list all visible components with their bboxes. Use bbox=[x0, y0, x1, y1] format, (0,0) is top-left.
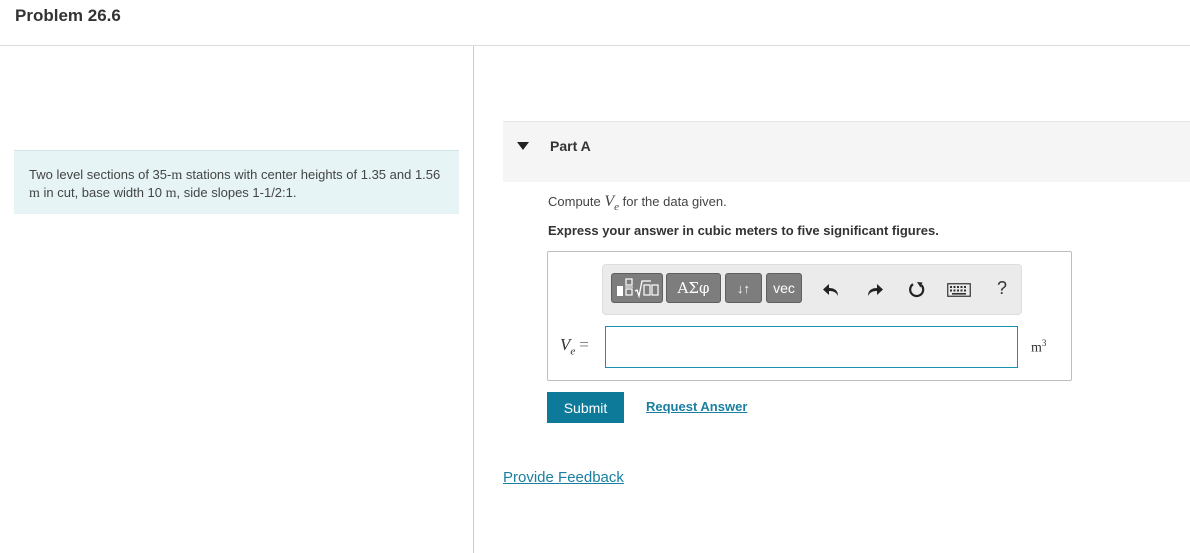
subscript-superscript-button[interactable]: ↓↑ bbox=[725, 273, 762, 303]
part-label: Part A bbox=[550, 138, 591, 154]
answer-instruction: Express your answer in cubic meters to f… bbox=[548, 223, 939, 238]
column-divider bbox=[473, 46, 474, 553]
unit-meter: m bbox=[165, 186, 177, 201]
question-prompt: Compute Ve for the data given. bbox=[548, 193, 727, 213]
answer-unit: m3 bbox=[1031, 338, 1047, 356]
vector-button[interactable]: vec bbox=[766, 273, 802, 303]
redo-icon[interactable] bbox=[864, 279, 886, 301]
keyboard-icon[interactable] bbox=[947, 279, 971, 301]
help-icon[interactable]: ? bbox=[991, 277, 1013, 299]
submit-button[interactable]: Submit bbox=[547, 392, 624, 423]
problem-text: Two level sections of 35- bbox=[29, 167, 172, 182]
answer-input[interactable] bbox=[605, 326, 1018, 368]
problem-text: stations with center heights of 1.35 and… bbox=[182, 167, 441, 182]
collapse-triangle-icon[interactable] bbox=[517, 142, 529, 150]
fraction-sqrt-icon bbox=[617, 278, 659, 299]
problem-text: in cut, base width 10 bbox=[39, 185, 166, 200]
request-answer-link[interactable]: Request Answer bbox=[646, 399, 747, 414]
header-divider bbox=[0, 45, 1190, 46]
part-a-header[interactable]: Part A bbox=[503, 121, 1190, 182]
problem-statement: Two level sections of 35-m stations with… bbox=[14, 150, 459, 214]
undo-icon[interactable] bbox=[820, 279, 842, 301]
answer-variable-label: Ve = bbox=[560, 335, 589, 358]
prompt-text: Compute bbox=[548, 194, 605, 209]
unit-meter: m bbox=[171, 168, 183, 183]
unit-meter: m bbox=[29, 186, 40, 201]
problem-text: , side slopes 1-1/2:1. bbox=[176, 185, 297, 200]
page-title: Problem 26.6 bbox=[15, 6, 121, 25]
reset-icon[interactable] bbox=[906, 279, 928, 301]
math-toolbar: ΑΣφ ↓↑ vec ? bbox=[602, 264, 1022, 315]
prompt-variable: Ve bbox=[604, 193, 620, 214]
provide-feedback-link[interactable]: Provide Feedback bbox=[503, 469, 624, 486]
greek-symbols-button[interactable]: ΑΣφ bbox=[666, 273, 721, 303]
templates-button[interactable] bbox=[611, 273, 663, 303]
prompt-text: for the data given. bbox=[619, 194, 727, 209]
